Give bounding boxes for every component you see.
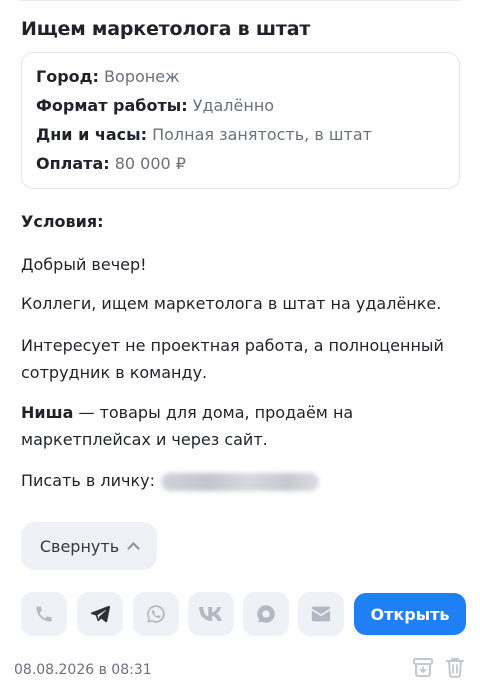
intro-text: Коллеги, ищем маркетолога в штат на удал… [21,294,442,313]
max-messenger-icon [257,605,275,623]
collapse-label: Свернуть [39,536,120,556]
contact-label: Писать в личку: [21,471,155,490]
email-icon [311,606,331,622]
post-date: 08.08.2026 в 08:31 [14,662,152,678]
info-row-format: Формат работы: Удалённо [36,96,274,115]
whatsapp-button[interactable] [133,592,179,636]
info-label: Дни и часы: [36,125,147,144]
contact-paragraph: Писать в личку: [21,467,461,494]
info-value: Полная занятость, в штат [152,125,372,144]
telegram-icon [90,605,111,623]
conditions-heading: Условия: [21,212,104,231]
whatsapp-icon [147,605,165,623]
delete-button[interactable] [445,656,465,682]
max-messenger-button[interactable] [243,592,289,636]
archive-button[interactable] [413,656,433,682]
greeting-text: Добрый вечер! [21,255,147,274]
top-divider [20,0,460,1]
info-value: Удалённо [192,96,275,115]
vk-button[interactable] [188,592,234,636]
info-label: Город: [36,67,99,86]
info-row-schedule: Дни и часы: Полная занятость, в штат [36,125,372,144]
info-row-salary: Оплата: 80 000 ₽ [36,154,186,173]
chevron-up-icon [127,542,141,555]
niche-paragraph: Ниша — товары для дома, продаём на марке… [21,399,461,453]
trash-icon [446,658,464,678]
info-row-city: Город: Воронеж [36,67,179,86]
phone-icon [36,606,52,622]
blurred-contact[interactable] [160,472,319,491]
email-button[interactable] [298,592,344,636]
info-card: Город: Воронеж Формат работы: Удалённо Д… [21,52,460,189]
archive-icon [413,658,433,677]
info-label: Оплата: [36,154,110,173]
vk-icon [199,607,222,621]
info-label: Формат работы: [36,96,188,115]
info-value: 80 000 ₽ [114,154,186,173]
open-button[interactable]: Открыть [354,593,466,635]
info-value: Воронеж [104,67,180,86]
interest-text: Интересует не проектная работа, а полноц… [21,336,444,382]
niche-label: Ниша [21,403,74,422]
phone-button[interactable] [21,592,67,636]
telegram-button[interactable] [77,592,123,636]
collapse-button[interactable]: Свернуть [21,522,157,570]
post-title: Ищем маркетолога в штат [21,18,311,40]
